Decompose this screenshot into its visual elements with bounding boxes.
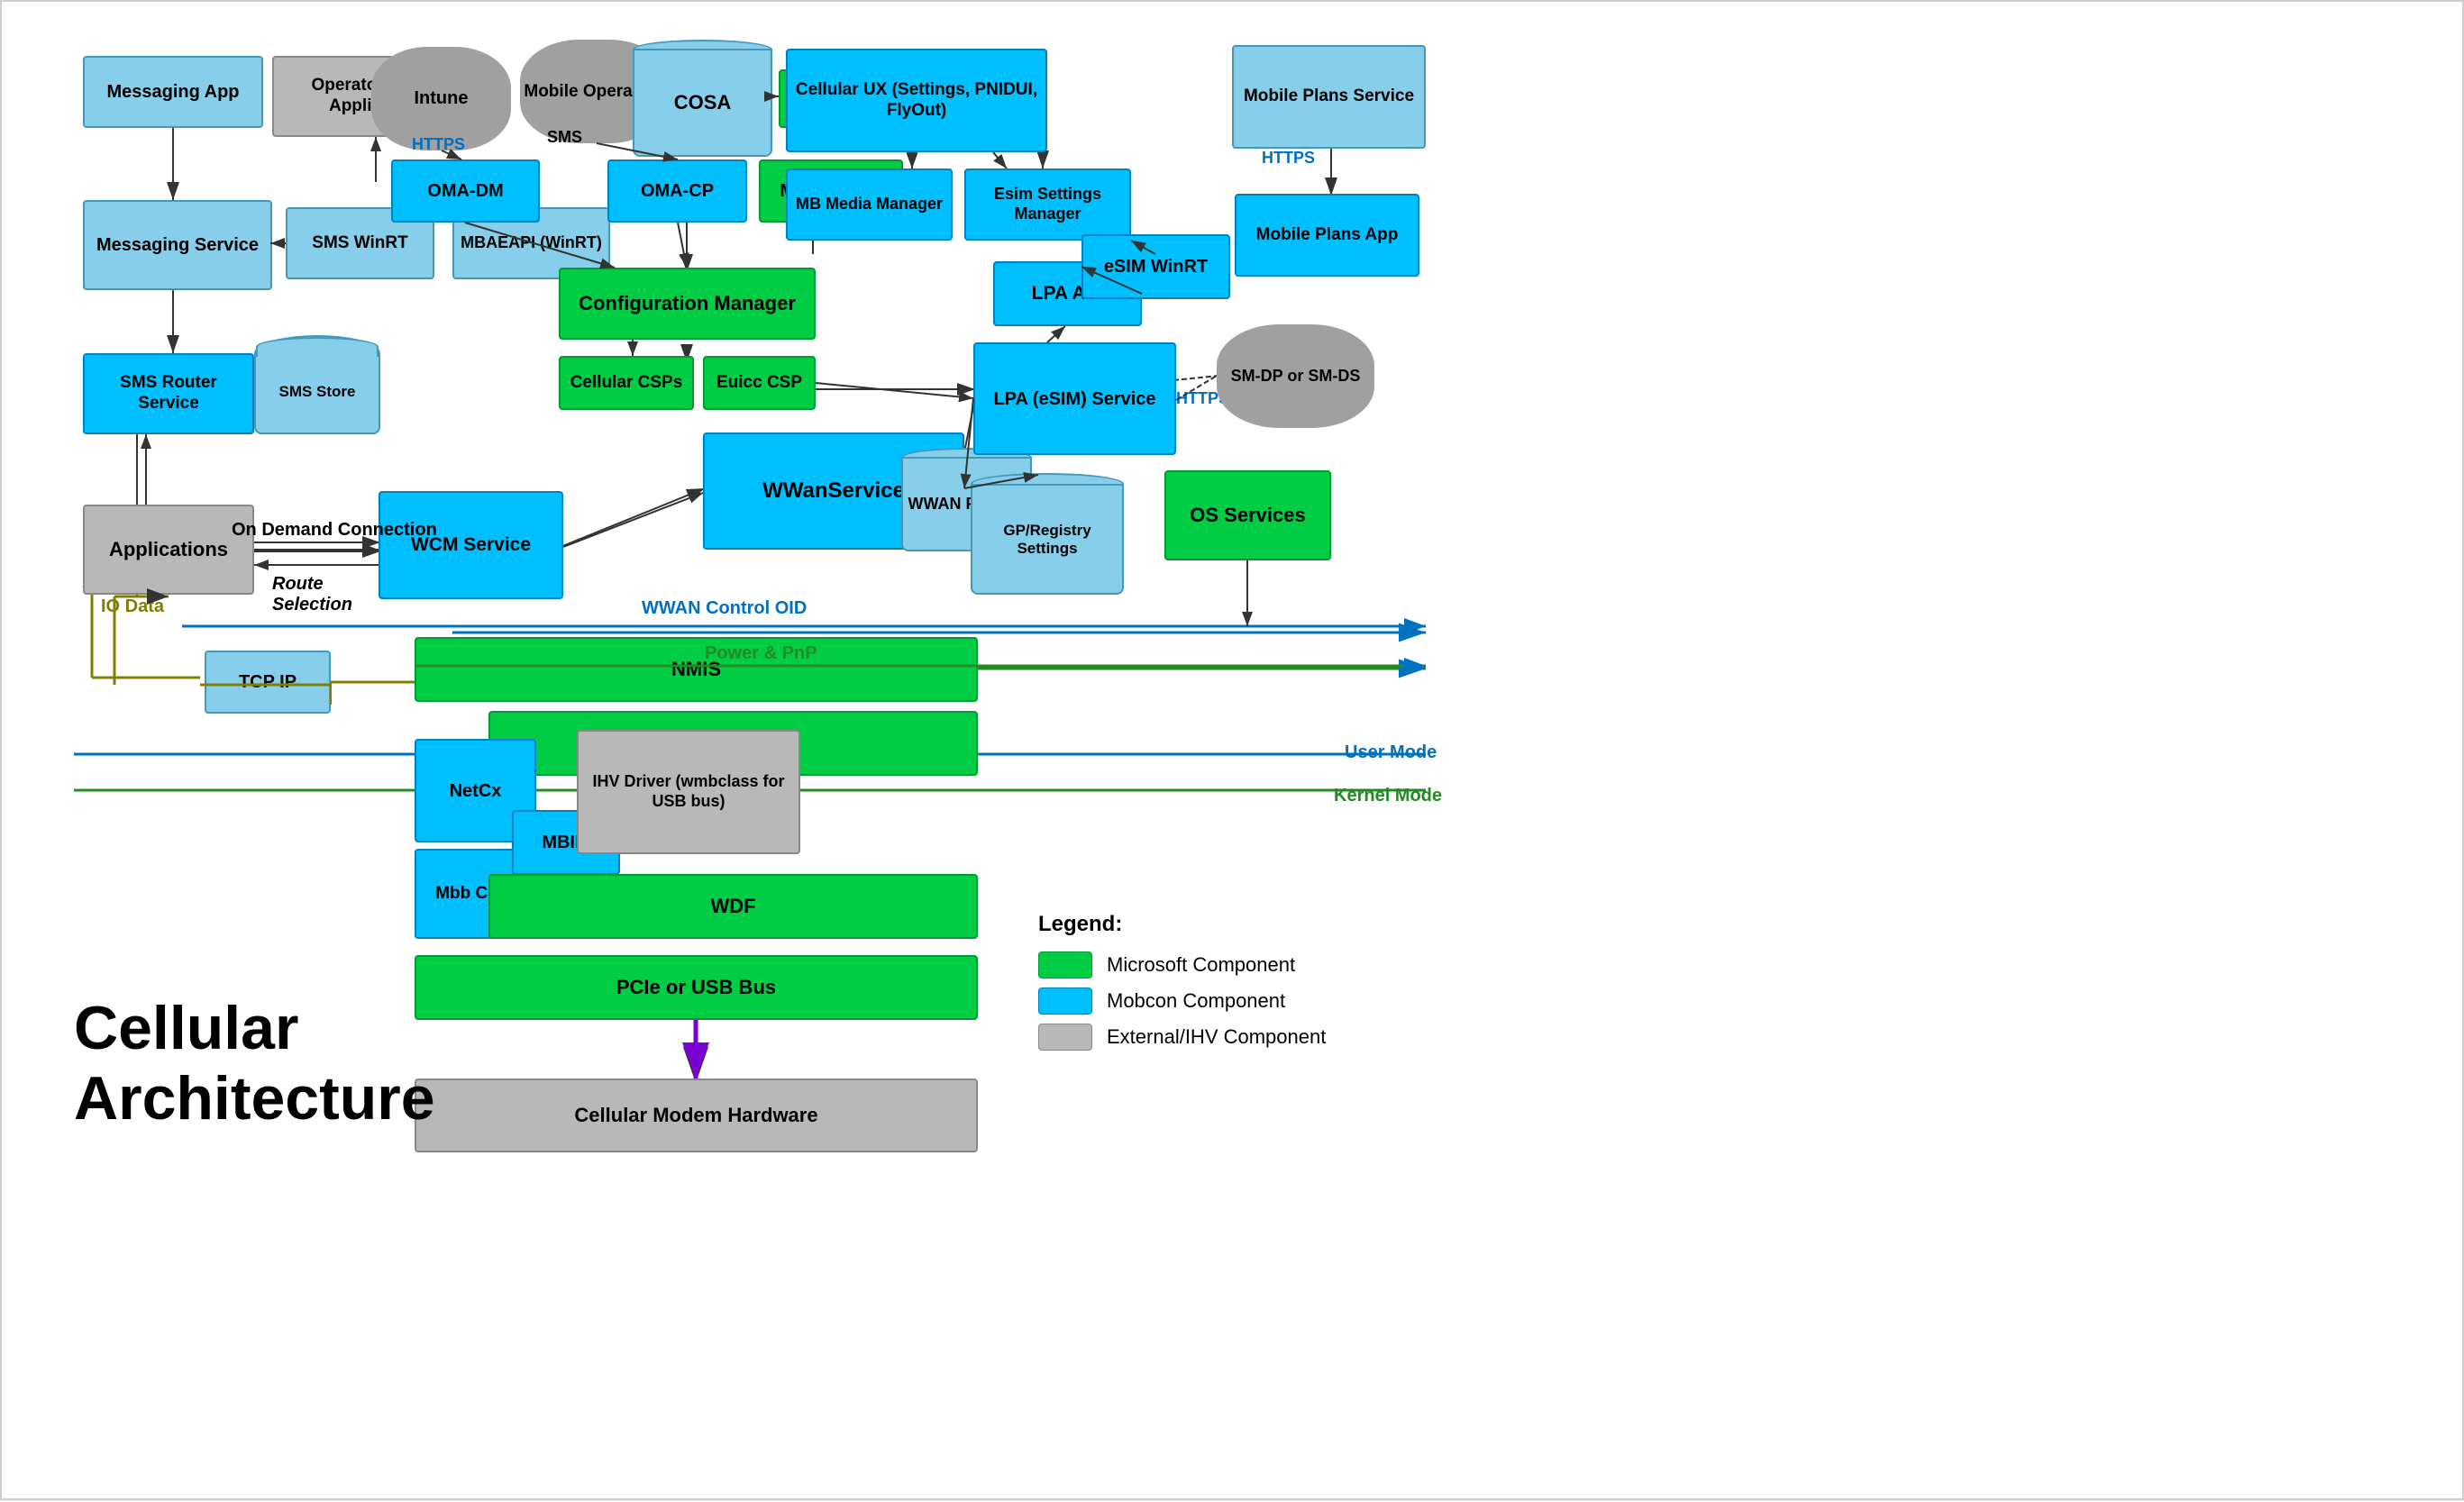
mobile-plans-app-box: Mobile Plans App (1235, 194, 1419, 277)
cellular-ux-box: Cellular UX (Settings, PNIDUI, FlyOut) (786, 49, 1047, 152)
messaging-service-box: Messaging Service (83, 200, 272, 290)
messaging-app-box: Messaging App (83, 56, 263, 128)
legend-item-microsoft: Microsoft Component (1038, 951, 1381, 979)
esim-winrt-box: eSIM WinRT (1081, 234, 1230, 299)
legend-box: Legend: Microsoft Component Mobcon Compo… (1020, 894, 1399, 1078)
io-data-label: IO Data (101, 596, 164, 617)
diagram-title: CellularArchitecture (74, 993, 435, 1133)
config-manager-box: Configuration Manager (559, 268, 816, 340)
sms-router-box: SMS Router Service (83, 353, 254, 434)
os-services-box: OS Services (1164, 470, 1331, 560)
cellular-modem-box: Cellular Modem Hardware (415, 1079, 978, 1152)
ihv-driver-box: IHV Driver (wmbclass for USB bus) (577, 730, 800, 854)
tcpip-box: TCP IP (205, 651, 331, 714)
oma-dm-box: OMA-DM (391, 159, 540, 223)
wwan-control-label: WWAN Control OID (642, 598, 807, 619)
mb-media-box: MB Media Manager (786, 168, 953, 241)
euicc-csp-box: Euicc CSP (703, 356, 816, 410)
legend-title: Legend: (1038, 912, 1381, 937)
applications-box: Applications (83, 505, 254, 595)
oma-cp-box: OMA-CP (607, 159, 747, 223)
diagram-container: Messaging App Messaging Service SMS Rout… (0, 0, 2464, 1500)
https-label-3: HTTPS (1262, 149, 1315, 168)
sms-store-cylinder: SMS Store (254, 335, 380, 434)
lpa-esim-box: LPA (eSIM) Service (973, 342, 1176, 455)
cellular-csps-box: Cellular CSPs (559, 356, 694, 410)
on-demand-label: On Demand Connection (232, 520, 437, 541)
power-pnp-label: Power & PnP (705, 643, 817, 664)
mobile-plans-svc-box: Mobile Plans Service (1232, 45, 1426, 149)
gp-registry-cylinder: GP/Registry Settings (971, 473, 1124, 595)
cosa-cylinder: COSA (633, 40, 772, 157)
esim-settings-box: Esim Settings Manager (964, 168, 1131, 241)
sms-label: SMS (547, 128, 582, 147)
nmis-box: NMIS (415, 637, 978, 702)
kernel-mode-label: Kernel Mode (1334, 786, 1442, 806)
https-label-1: HTTPS (412, 135, 465, 154)
user-mode-label: User Mode (1345, 742, 1437, 763)
sm-dp-cloud: SM-DP or SM-DS (1217, 324, 1374, 428)
wdf2-box: WDF (488, 874, 978, 939)
legend-item-mobcon: Mobcon Component (1038, 988, 1381, 1015)
wcm-service-box: WCM Service (379, 491, 563, 599)
legend-item-external: External/IHV Component (1038, 1024, 1381, 1051)
route-selection-label: RouteSelection (272, 574, 352, 615)
pcie-usb-box: PCIe or USB Bus (415, 955, 978, 1020)
